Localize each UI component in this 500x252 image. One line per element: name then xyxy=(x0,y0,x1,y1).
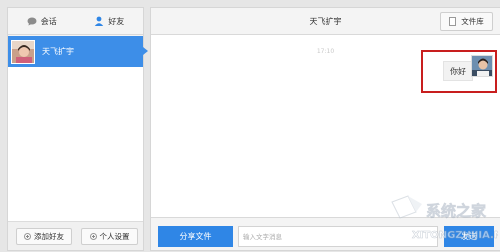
message-text: 你好 xyxy=(450,66,466,76)
tab-conversations[interactable]: 会话 xyxy=(8,8,76,34)
input-bar: 分享文件 发送 xyxy=(151,217,500,250)
sender-avatar xyxy=(471,55,493,77)
file-library-label: 文件库 xyxy=(461,17,484,26)
chat-bubble-icon xyxy=(27,17,37,25)
plus-circle-icon xyxy=(89,233,97,240)
contact-avatar xyxy=(11,39,35,64)
send-button[interactable]: 发送 xyxy=(444,226,494,247)
plus-circle-icon xyxy=(24,233,31,240)
personal-settings-button[interactable]: 个人设置 xyxy=(81,228,138,245)
personal-settings-label: 个人设置 xyxy=(99,232,130,241)
tab-friends-label: 好友 xyxy=(108,16,125,26)
message-input[interactable] xyxy=(238,226,438,247)
add-friend-label: 添加好友 xyxy=(34,232,64,241)
file-library-button[interactable]: 文件库 xyxy=(440,12,493,31)
share-file-button[interactable]: 分享文件 xyxy=(158,226,233,247)
tab-bar: 会话 好友 xyxy=(8,8,143,35)
app-window: 会话 好友 天飞扩宇 添加好友 个人设置 天飞扩宇 文件库 17:10 你好 分… xyxy=(0,0,500,252)
message-bubble: 你好 xyxy=(443,61,476,81)
left-panel: 会话 好友 天飞扩宇 添加好友 个人设置 xyxy=(7,7,148,251)
contact-list: 天飞扩宇 xyxy=(8,36,148,223)
tab-conversations-label: 会话 xyxy=(40,16,57,26)
contact-name: 天飞扩宇 xyxy=(42,47,74,56)
chat-header: 天飞扩宇 文件库 xyxy=(151,8,500,35)
add-friend-button[interactable]: 添加好友 xyxy=(16,228,72,245)
tab-friends[interactable]: 好友 xyxy=(76,8,144,34)
document-icon xyxy=(449,17,457,26)
contact-item[interactable]: 天飞扩宇 xyxy=(8,36,148,67)
chat-panel: 天飞扩宇 文件库 17:10 你好 分享文件 发送 xyxy=(150,7,500,251)
person-icon xyxy=(95,16,104,26)
left-footer: 添加好友 个人设置 xyxy=(8,221,143,250)
